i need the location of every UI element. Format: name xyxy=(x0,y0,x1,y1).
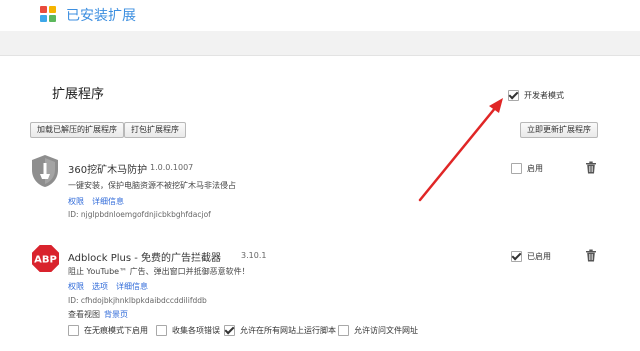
pack-extension-button[interactable]: 打包扩展程序 xyxy=(124,122,186,138)
details-link[interactable]: 详细信息 xyxy=(92,196,124,207)
permissions-link[interactable]: 权限 xyxy=(68,196,84,207)
abp-icon: ABP xyxy=(31,244,60,273)
extension-description: 阻止 YouTube™ 广告、弹出窗口并抵御恶意软件！ xyxy=(68,267,250,276)
enable-checkbox[interactable] xyxy=(511,250,522,262)
extension-version: 3.10.1 xyxy=(241,251,267,260)
options-link[interactable]: 选项 xyxy=(92,281,108,292)
enable-label: 已启用 xyxy=(527,251,551,261)
developer-mode-checkbox[interactable] xyxy=(508,89,519,101)
inspect-views-label: 查看视图 xyxy=(68,310,100,319)
developer-mode-toggle[interactable]: 开发者模式 xyxy=(508,88,564,102)
file-urls-option[interactable]: 允许访问文件网址 xyxy=(338,324,418,336)
load-unpacked-button[interactable]: 加载已解压的扩展程序 xyxy=(30,122,124,138)
app-title: 已安装扩展 xyxy=(66,8,136,24)
extension-name: 360挖矿木马防护 xyxy=(68,165,148,176)
extension-description: 一键安装，保护电脑资源不被挖矿木马非法侵占 xyxy=(68,181,236,190)
enable-toggle[interactable]: 已启用 xyxy=(511,250,551,262)
header-divider xyxy=(0,55,640,56)
option-label: 在无痕模式下启用 xyxy=(84,325,148,335)
incognito-checkbox[interactable] xyxy=(68,324,79,336)
extension-id: ID: njglpbdnloemgofdnjicbkbghfdacjof xyxy=(68,210,211,219)
permissions-link[interactable]: 权限 xyxy=(68,281,84,292)
all-sites-option[interactable]: 允许在所有网站上运行脚本 xyxy=(224,324,336,336)
page-title: 扩展程序 xyxy=(52,87,105,102)
option-label: 收集各项错误 xyxy=(172,325,220,335)
update-extensions-button[interactable]: 立即更新扩展程序 xyxy=(520,122,598,138)
details-link[interactable]: 详细信息 xyxy=(116,281,148,292)
trash-icon[interactable] xyxy=(585,161,597,174)
svg-text:ABP: ABP xyxy=(34,255,57,266)
incognito-option[interactable]: 在无痕模式下启用 xyxy=(68,324,148,336)
option-label: 允许访问文件网址 xyxy=(354,325,418,335)
extensions-logo-icon xyxy=(40,6,58,24)
background-page-link[interactable]: 背景页 xyxy=(104,309,128,320)
extension-name: Adblock Plus - 免费的广告拦截器 xyxy=(68,253,222,264)
developer-mode-label: 开发者模式 xyxy=(524,90,564,100)
extension-version: 1.0.0.1007 xyxy=(150,163,194,172)
trash-icon[interactable] xyxy=(585,249,597,262)
enable-checkbox[interactable] xyxy=(511,162,522,174)
top-bar: 已安装扩展 xyxy=(0,0,640,31)
extension-id: ID: cfhdojbkjhnklbpkdaibdccddilifddb xyxy=(68,296,207,305)
header-band xyxy=(0,31,640,55)
enable-label: 启用 xyxy=(527,163,543,173)
file-urls-checkbox[interactable] xyxy=(338,324,349,336)
all-sites-checkbox[interactable] xyxy=(224,324,235,336)
collect-errors-option[interactable]: 收集各项错误 xyxy=(156,324,220,336)
option-label: 允许在所有网站上运行脚本 xyxy=(240,325,336,335)
collect-errors-checkbox[interactable] xyxy=(156,324,167,336)
shield-icon xyxy=(32,155,58,187)
enable-toggle[interactable]: 启用 xyxy=(511,162,543,174)
